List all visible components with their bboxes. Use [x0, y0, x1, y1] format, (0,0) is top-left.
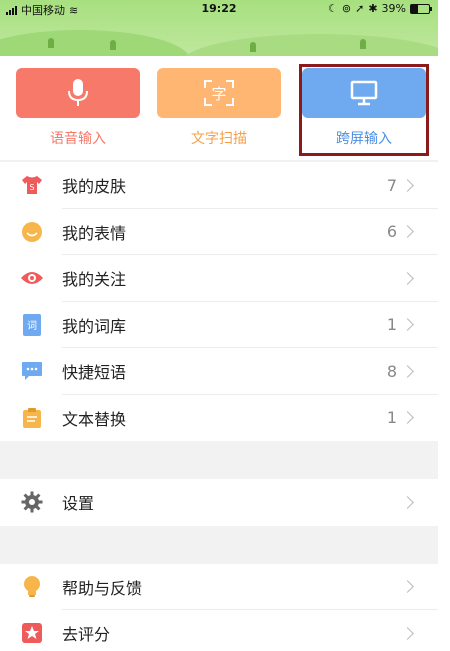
list-item-label: 去评分 [62, 625, 111, 645]
list-item-count: 1 [386, 408, 397, 428]
chevron-right-icon [401, 178, 414, 192]
list-item-label: 我的表情 [62, 223, 127, 243]
list-item-label: 我的关注 [62, 270, 127, 290]
battery-percent: 39% [381, 2, 406, 15]
chevron-right-icon [401, 318, 414, 332]
list-item-dictionary[interactable]: 词 我的词库 1 [0, 301, 438, 348]
list-item-count: 6 [386, 222, 397, 242]
list-item-label: 帮助与反馈 [62, 578, 143, 598]
list-item-label: 我的词库 [62, 316, 127, 336]
chevron-right-icon [401, 271, 414, 285]
list-item-label: 快捷短语 [62, 363, 127, 383]
text-scan-tile[interactable]: 字 [157, 68, 281, 118]
text-scan-label: 文字扫描 [191, 131, 247, 147]
list-item-skin[interactable]: S 我的皮肤 7 [0, 162, 438, 209]
list-item-emoji[interactable]: 我的表情 6 [0, 208, 438, 255]
list-item-label: 我的皮肤 [62, 177, 127, 197]
emoji-face-icon [20, 220, 44, 244]
chevron-right-icon [401, 580, 414, 594]
chevron-right-icon [401, 495, 414, 509]
chevron-right-icon [401, 364, 414, 378]
menu-list: S 我的皮肤 7 我的表情 6 我的关注 词 我的词库 1 快捷短语 8 文本替… [0, 162, 438, 651]
list-item-settings[interactable]: 设置 [0, 479, 438, 526]
voice-input-label: 语音输入 [50, 131, 106, 147]
section-gap [0, 525, 438, 564]
battery-icon [410, 3, 432, 14]
chevron-right-icon [401, 225, 414, 239]
list-item-follow[interactable]: 我的关注 [0, 255, 438, 302]
lock-rotation-icon: ⊚ [341, 2, 352, 15]
voice-input-button[interactable]: 语音输入 [16, 68, 140, 152]
chevron-right-icon [401, 411, 414, 425]
status-bar: 中国移动 ≋ 19:22 ☾ ⊚ ➚ ✱ 39% [0, 0, 438, 18]
text-scan-icon: 字 [204, 80, 234, 106]
eye-icon [20, 266, 44, 290]
clipboard-icon [20, 406, 44, 430]
highlight-box [299, 64, 429, 156]
list-item-count: 1 [386, 315, 397, 335]
svg-text:S: S [29, 183, 34, 192]
chat-bubble-icon [20, 359, 44, 383]
skin-tshirt-icon: S [20, 173, 44, 197]
voice-input-tile[interactable] [16, 68, 140, 118]
list-item-rate[interactable]: 去评分 [0, 610, 438, 651]
dictionary-icon: 词 [20, 313, 44, 337]
bluetooth-icon: ✱ [368, 2, 378, 15]
list-item-label: 设置 [62, 494, 95, 514]
list-item-text-replace[interactable]: 文本替换 1 [0, 394, 438, 441]
list-item-quick-phrases[interactable]: 快捷短语 8 [0, 348, 438, 395]
section-gap [0, 441, 438, 479]
list-item-count: 7 [386, 175, 397, 195]
text-scan-button[interactable]: 字 文字扫描 [157, 68, 281, 152]
page: 中国移动 ≋ 19:22 ☾ ⊚ ➚ ✱ 39% 语音输入 字 文字扫描 跨屏输… [0, 0, 438, 651]
chevron-right-icon [401, 626, 414, 640]
list-item-count: 8 [386, 361, 397, 381]
star-icon [20, 621, 44, 645]
gear-icon [20, 490, 44, 514]
list-item-label: 文本替换 [62, 409, 127, 429]
moon-icon: ☾ [328, 2, 338, 15]
lightbulb-icon [20, 575, 44, 599]
list-item-help-feedback[interactable]: 帮助与反馈 [0, 563, 438, 610]
location-icon: ➚ [355, 2, 365, 15]
microphone-icon [68, 79, 88, 106]
